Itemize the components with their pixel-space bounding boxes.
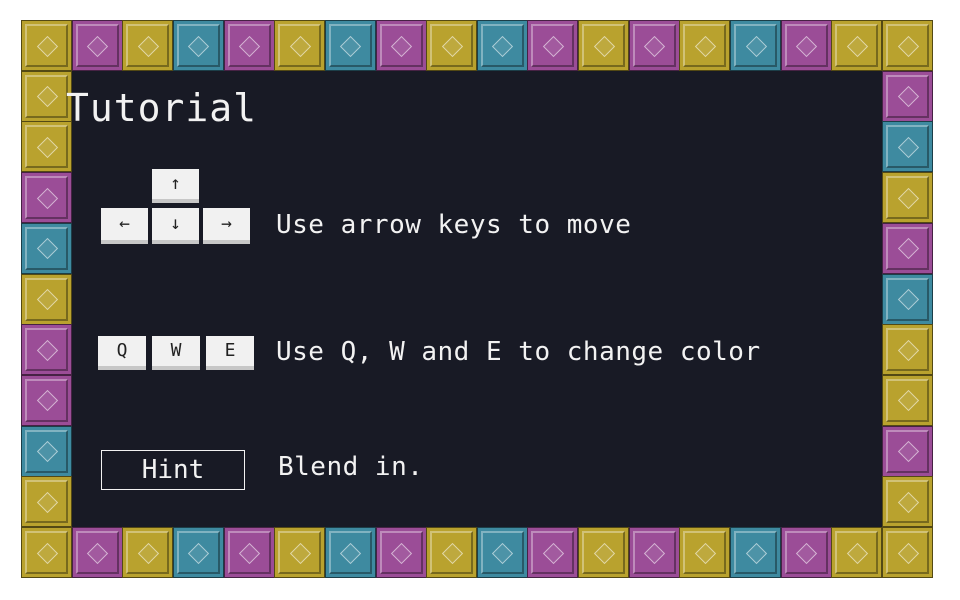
border-tile bbox=[578, 527, 630, 578]
border-tile bbox=[21, 324, 72, 376]
border-tile bbox=[71, 527, 123, 578]
border-tile bbox=[476, 527, 528, 578]
border-tile bbox=[21, 172, 72, 224]
border-tile bbox=[426, 20, 478, 71]
border-tile bbox=[274, 20, 326, 71]
border-tile bbox=[527, 20, 579, 71]
border-tile bbox=[71, 20, 123, 71]
border-tile bbox=[679, 527, 731, 578]
border-tile bbox=[21, 222, 72, 274]
left-arrow-key: ← bbox=[101, 208, 148, 244]
border-tile bbox=[882, 121, 933, 173]
border-tile bbox=[21, 121, 72, 173]
border-tile bbox=[21, 425, 72, 477]
border-tile bbox=[172, 20, 224, 71]
border-tile bbox=[882, 527, 933, 578]
border-tile bbox=[578, 20, 630, 71]
border-tile bbox=[223, 527, 275, 578]
border-tile bbox=[628, 527, 680, 578]
border-tile bbox=[780, 20, 832, 71]
border-tile bbox=[476, 20, 528, 71]
border-tile bbox=[122, 20, 174, 71]
border-tile bbox=[21, 20, 72, 71]
border-tile bbox=[21, 476, 72, 528]
border-tile bbox=[882, 425, 933, 477]
border-tile bbox=[324, 20, 376, 71]
q-key: Q bbox=[98, 336, 146, 370]
border-tile bbox=[375, 20, 427, 71]
e-key: E bbox=[206, 336, 254, 370]
border-tile bbox=[882, 20, 933, 71]
color-instruction: Use Q, W and E to change color bbox=[276, 337, 761, 367]
border-tile bbox=[831, 527, 883, 578]
border-tile bbox=[882, 70, 933, 122]
border-tile bbox=[21, 273, 72, 325]
border-tile bbox=[730, 20, 782, 71]
border-tile bbox=[628, 20, 680, 71]
up-arrow-key: ↑ bbox=[152, 169, 199, 203]
hint-text: Blend in. bbox=[278, 452, 424, 482]
right-arrow-key: → bbox=[203, 208, 250, 244]
border-tile bbox=[882, 172, 933, 224]
border-tile bbox=[730, 527, 782, 578]
border-tile bbox=[882, 374, 933, 426]
border-tile bbox=[882, 324, 933, 376]
border-tile bbox=[679, 20, 731, 71]
border-tile bbox=[21, 374, 72, 426]
border-tile bbox=[21, 70, 72, 122]
border-tile bbox=[831, 20, 883, 71]
border-tile bbox=[527, 527, 579, 578]
border-tile bbox=[882, 476, 933, 528]
border-tile bbox=[375, 527, 427, 578]
move-instruction: Use arrow keys to move bbox=[276, 210, 632, 240]
border-tile bbox=[882, 222, 933, 274]
tutorial-title: Tutorial bbox=[66, 86, 258, 130]
down-arrow-key: ↓ bbox=[152, 208, 199, 244]
border-tile bbox=[122, 527, 174, 578]
border-tile bbox=[21, 527, 72, 578]
border-tile bbox=[882, 273, 933, 325]
border-tile bbox=[780, 527, 832, 578]
border-tile bbox=[274, 527, 326, 578]
hint-label: Hint bbox=[101, 450, 245, 490]
w-key: W bbox=[152, 336, 200, 370]
border-tile bbox=[426, 527, 478, 578]
border-tile bbox=[223, 20, 275, 71]
border-tile bbox=[172, 527, 224, 578]
border-tile bbox=[324, 527, 376, 578]
